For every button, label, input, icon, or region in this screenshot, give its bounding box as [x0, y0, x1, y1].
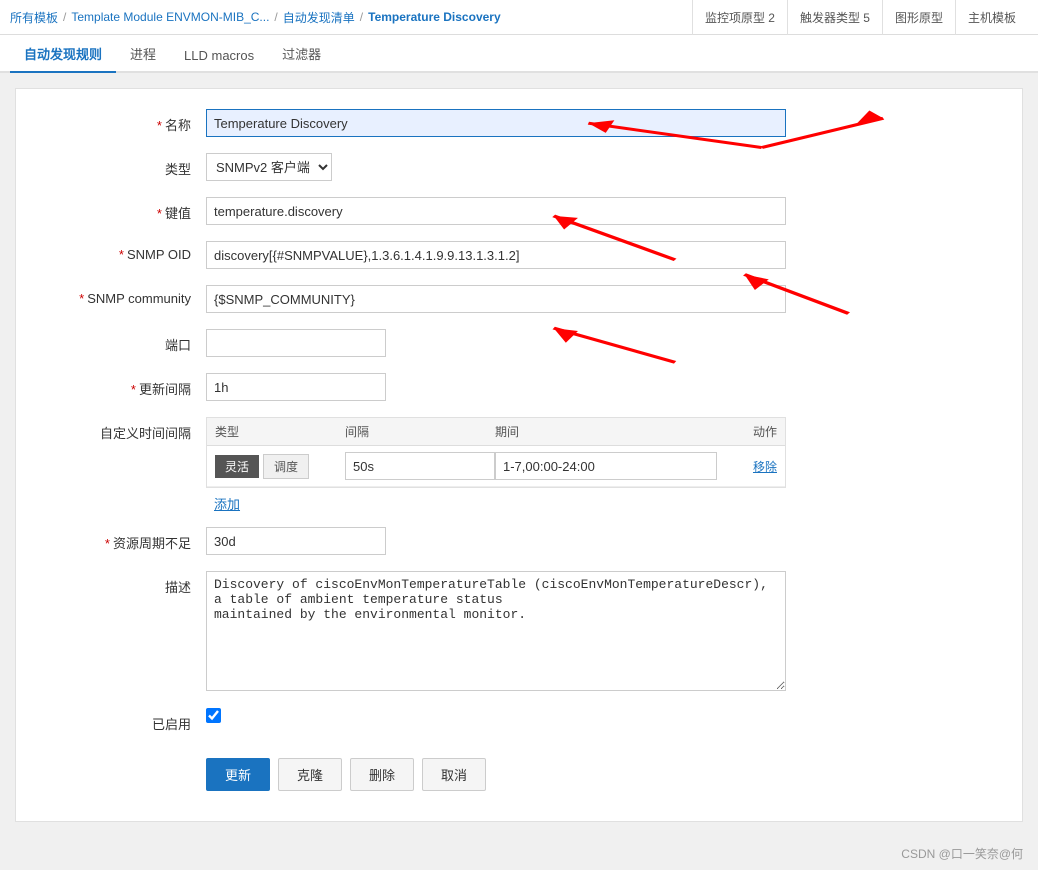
- ci-header-period: 期间: [495, 423, 717, 440]
- update-interval-required: *: [131, 382, 136, 397]
- type-label: 类型: [46, 153, 206, 178]
- snmp-community-field-container: [206, 285, 786, 313]
- tab-lld-macros[interactable]: LLD macros: [170, 40, 268, 73]
- snmp-oid-label: *SNMP OID: [46, 241, 206, 262]
- tab-trigger-type[interactable]: 触发器类型 5: [787, 0, 882, 35]
- cancel-button[interactable]: 取消: [422, 758, 486, 791]
- add-interval-link[interactable]: 添加: [214, 494, 786, 513]
- description-row: 描述 Discovery of ciscoEnvMonTemperatureTa…: [46, 571, 992, 694]
- snmp-oid-required: *: [119, 247, 124, 262]
- update-interval-input[interactable]: [206, 373, 386, 401]
- snmp-community-row: *SNMP community: [46, 285, 992, 315]
- ci-row: 灵活 调度 移除: [207, 446, 785, 487]
- name-row: *名称: [46, 109, 992, 139]
- clone-button[interactable]: 克隆: [278, 758, 342, 791]
- update-interval-label: *更新间隔: [46, 373, 206, 398]
- name-label: *名称: [46, 109, 206, 134]
- custom-interval-table: 类型 间隔 期间 动作 灵活 调度: [206, 417, 786, 488]
- remove-link[interactable]: 移除: [753, 460, 777, 474]
- enabled-label: 已启用: [46, 708, 206, 733]
- ci-header-action: 动作: [717, 423, 777, 440]
- description-field-container: Discovery of ciscoEnvMonTemperatureTable…: [206, 571, 786, 694]
- description-label: 描述: [46, 571, 206, 596]
- lifetime-row: *资源周期不足: [46, 527, 992, 557]
- key-row: *键值: [46, 197, 992, 227]
- footer: CSDN @口一笑奈@何: [0, 837, 1038, 870]
- type-field-container: SNMPv2 客户端SNMPv1 客户端SNMPv3: [206, 153, 786, 181]
- breadcrumb-bar: 所有模板 / Template Module ENVMON-MIB_C... /…: [0, 0, 1038, 35]
- breadcrumb-auto-discovery[interactable]: 自动发现清单: [283, 9, 355, 26]
- ci-action-col: 移除: [717, 458, 777, 475]
- snmp-oid-row: *SNMP OID: [46, 241, 992, 271]
- custom-interval-container: 类型 间隔 期间 动作 灵活 调度: [206, 417, 786, 513]
- port-label: 端口: [46, 329, 206, 354]
- name-field-container: [206, 109, 786, 137]
- breadcrumb-current: Temperature Discovery: [368, 10, 501, 24]
- type-select[interactable]: SNMPv2 客户端SNMPv1 客户端SNMPv3: [206, 153, 332, 181]
- type-row: 类型 SNMPv2 客户端SNMPv1 客户端SNMPv3: [46, 153, 992, 183]
- sep1: /: [63, 10, 66, 24]
- lifetime-label: *资源周期不足: [46, 527, 206, 552]
- enabled-checkbox[interactable]: [206, 708, 221, 723]
- ci-interval-input[interactable]: [345, 452, 495, 480]
- snmp-oid-input[interactable]: [206, 241, 786, 269]
- tab-auto-discovery-rule[interactable]: 自动发现规则: [10, 36, 116, 73]
- lifetime-required: *: [105, 536, 110, 551]
- description-textarea[interactable]: Discovery of ciscoEnvMonTemperatureTable…: [206, 571, 786, 691]
- enabled-checkbox-container: [206, 708, 786, 723]
- action-buttons: 更新 克隆 删除 取消: [206, 758, 992, 791]
- lifetime-input[interactable]: [206, 527, 386, 555]
- sub-nav: 自动发现规则 进程 LLD macros 过滤器: [0, 35, 1038, 73]
- custom-interval-row: 自定义时间间隔 类型 间隔 期间 动作 灵活 调度: [46, 417, 992, 513]
- update-interval-row: *更新间隔: [46, 373, 992, 403]
- update-button[interactable]: 更新: [206, 758, 270, 791]
- breadcrumb-template-module[interactable]: Template Module ENVMON-MIB_C...: [71, 10, 269, 24]
- port-row: 端口: [46, 329, 992, 359]
- key-required: *: [157, 206, 162, 221]
- ci-header-type: 类型: [215, 423, 345, 440]
- sep3: /: [360, 10, 363, 24]
- port-input[interactable]: [206, 329, 386, 357]
- snmp-oid-field-container: [206, 241, 786, 269]
- ci-header-interval: 间隔: [345, 423, 495, 440]
- ci-interval-col: [345, 452, 495, 480]
- right-tabs: 监控项原型 2 触发器类型 5 图形原型 主机模板: [692, 0, 1028, 35]
- port-field-container: [206, 329, 786, 357]
- lifetime-field-container: [206, 527, 786, 555]
- btn-flexible[interactable]: 灵活: [215, 455, 259, 478]
- ci-period-col: [495, 452, 717, 480]
- tab-process[interactable]: 进程: [116, 36, 170, 73]
- name-input[interactable]: [206, 109, 786, 137]
- ci-period-input[interactable]: [495, 452, 717, 480]
- key-field-container: [206, 197, 786, 225]
- tab-host-template[interactable]: 主机模板: [955, 0, 1028, 35]
- ci-type-col: 灵活 调度: [215, 454, 345, 479]
- key-label: *键值: [46, 197, 206, 222]
- btn-schedule[interactable]: 调度: [263, 454, 309, 479]
- tab-graph-prototype[interactable]: 图形原型: [882, 0, 955, 35]
- tab-filter[interactable]: 过滤器: [268, 36, 335, 73]
- enabled-row: 已启用: [46, 708, 992, 738]
- delete-button[interactable]: 删除: [350, 758, 414, 791]
- snmp-community-label: *SNMP community: [46, 285, 206, 306]
- main-content: *名称 类型 SNMPv2 客户端SNMPv1 客户端SNMPv3 *键值 *S…: [15, 88, 1023, 822]
- key-input[interactable]: [206, 197, 786, 225]
- custom-interval-label: 自定义时间间隔: [46, 417, 206, 442]
- breadcrumb-all-templates[interactable]: 所有模板: [10, 9, 58, 26]
- sep2: /: [274, 10, 277, 24]
- snmp-community-required: *: [79, 291, 84, 306]
- tab-monitor-prototype[interactable]: 监控项原型 2: [692, 0, 787, 35]
- snmp-community-input[interactable]: [206, 285, 786, 313]
- footer-text: CSDN @口一笑奈@何: [901, 847, 1023, 861]
- name-required: *: [157, 118, 162, 133]
- ci-header: 类型 间隔 期间 动作: [207, 418, 785, 446]
- update-interval-field-container: [206, 373, 786, 401]
